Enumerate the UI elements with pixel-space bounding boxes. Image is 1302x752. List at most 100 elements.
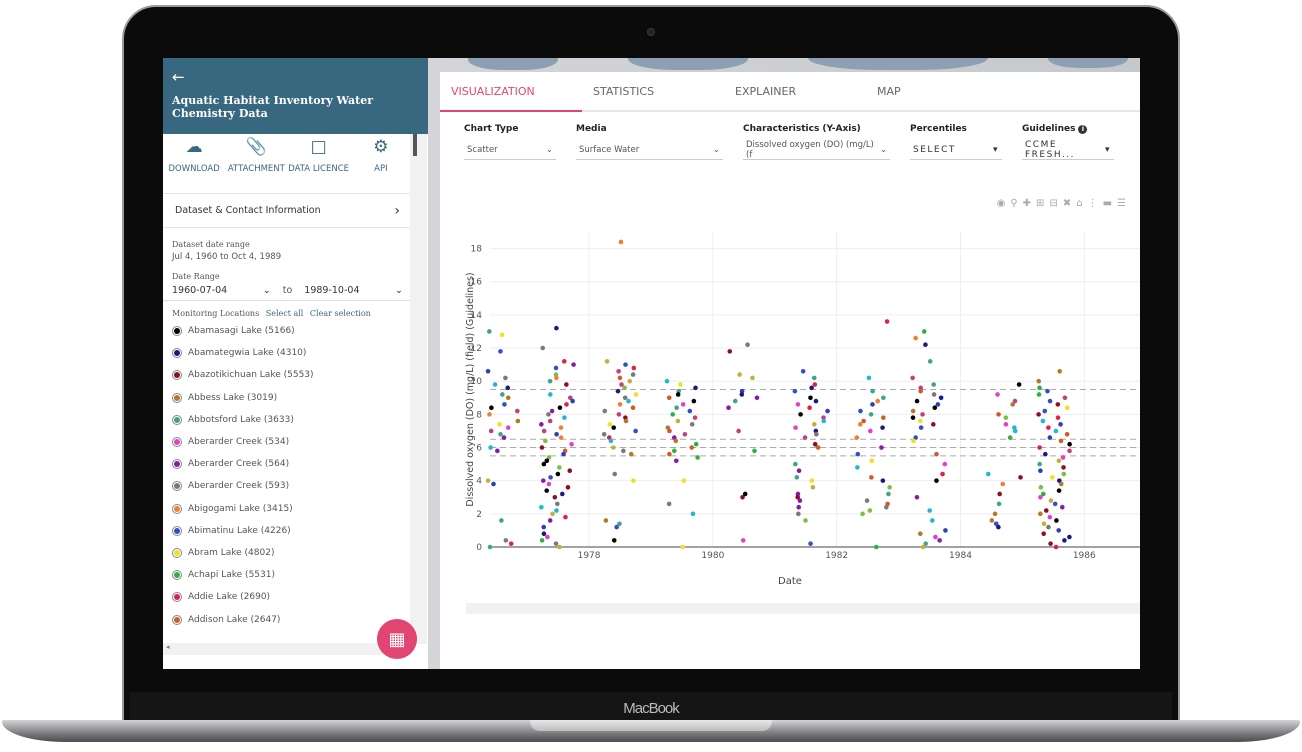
chart-h-scrollbar[interactable] bbox=[466, 603, 1140, 614]
data-point bbox=[627, 378, 633, 384]
data-point bbox=[740, 494, 745, 500]
media-label: Media bbox=[576, 124, 607, 134]
data-point bbox=[1061, 465, 1066, 470]
data-point bbox=[611, 425, 617, 430]
data-point bbox=[1003, 415, 1009, 420]
zoom-icon[interactable]: ⚲ bbox=[1010, 198, 1017, 209]
hover-closest-icon[interactable]: ▬ bbox=[1103, 198, 1112, 209]
data-point bbox=[868, 428, 873, 434]
radio-button[interactable] bbox=[172, 348, 182, 359]
location-item[interactable]: Abazotikichuan Lake (5553) bbox=[163, 364, 428, 386]
date-from-select[interactable]: 1960-07-04 ⌄ bbox=[172, 285, 271, 296]
map-fab-button[interactable]: ▦ bbox=[377, 619, 417, 659]
autoscale-icon[interactable]: ✖ bbox=[1063, 198, 1071, 209]
zoom-out-icon[interactable]: ⊟ bbox=[1049, 198, 1057, 209]
radio-button[interactable] bbox=[172, 503, 182, 514]
home-icon[interactable]: ⌂ bbox=[1076, 198, 1082, 209]
tab-map[interactable]: MAP bbox=[866, 72, 1008, 110]
dataset-contact-link[interactable]: Dataset & Contact Information › bbox=[163, 194, 412, 228]
radio-button[interactable] bbox=[172, 547, 182, 558]
data-point bbox=[607, 422, 613, 427]
radio-button[interactable] bbox=[172, 459, 182, 470]
date-to-select[interactable]: 1989-10-04 ⌄ bbox=[304, 285, 403, 296]
data-point bbox=[809, 385, 814, 391]
pan-icon[interactable]: ✚ bbox=[1023, 198, 1031, 209]
hover-compare-icon[interactable]: ☰ bbox=[1117, 198, 1126, 209]
location-item[interactable]: Aberarder Creek (593) bbox=[163, 475, 428, 497]
data-point bbox=[825, 408, 830, 414]
radio-button[interactable] bbox=[172, 326, 182, 337]
caret-down-icon: ▾ bbox=[992, 144, 999, 155]
tab-visualization[interactable]: VISUALIZATION bbox=[440, 72, 582, 112]
data-point bbox=[745, 342, 750, 348]
sidebar-scrollbar[interactable] bbox=[410, 134, 427, 644]
download-button[interactable]: ☁ DOWNLOAD bbox=[163, 134, 225, 193]
data-point bbox=[1047, 514, 1053, 520]
data-point bbox=[603, 518, 609, 523]
tab-explainer[interactable]: EXPLAINER bbox=[724, 72, 866, 110]
radio-button[interactable] bbox=[172, 525, 182, 536]
location-item[interactable]: Abamategwia Lake (4310) bbox=[163, 342, 428, 364]
data-point bbox=[727, 349, 733, 354]
scrollbar-thumb[interactable] bbox=[413, 134, 417, 156]
attachment-button[interactable]: 📎 ATTACHMENT bbox=[225, 134, 287, 193]
data-point bbox=[611, 445, 616, 450]
data-point bbox=[602, 408, 608, 414]
back-arrow-icon[interactable]: ← bbox=[172, 68, 419, 94]
clear-selection-link[interactable]: Clear selection bbox=[310, 309, 371, 318]
scatter-plot[interactable]: 0246810121416181978 1980 1982 1984 1986DateD… bbox=[440, 222, 1140, 669]
radio-button[interactable] bbox=[172, 437, 182, 448]
camera-icon[interactable]: ◉ bbox=[997, 198, 1006, 209]
location-item[interactable]: Abram Lake (4802) bbox=[163, 542, 428, 564]
data-point bbox=[1043, 451, 1048, 457]
data-point bbox=[608, 438, 614, 444]
sidebar-h-scrollbar[interactable]: ◂ bbox=[163, 643, 410, 655]
radio-button[interactable] bbox=[172, 481, 182, 492]
data-point bbox=[1053, 544, 1059, 550]
radio-button[interactable] bbox=[172, 392, 182, 403]
cloud-download-icon: ☁ bbox=[185, 137, 203, 157]
location-item[interactable]: Addie Lake (2690) bbox=[163, 586, 428, 608]
location-item[interactable]: Abigogami Lake (3415) bbox=[163, 498, 428, 520]
select-all-link[interactable]: Select all bbox=[266, 309, 304, 318]
radio-button[interactable] bbox=[172, 414, 182, 425]
location-name: Achapi Lake (5531) bbox=[188, 570, 275, 581]
data-point bbox=[933, 534, 938, 540]
chart-type-value: Scatter bbox=[467, 144, 498, 155]
data-point bbox=[1045, 388, 1050, 394]
data-point bbox=[813, 398, 819, 404]
data-point bbox=[796, 511, 801, 517]
location-item[interactable]: Abbess Lake (3019) bbox=[163, 387, 428, 409]
data-licence-button[interactable]: □ DATA LICENCE bbox=[288, 134, 350, 193]
radio-button[interactable] bbox=[172, 614, 182, 625]
guidelines-select[interactable]: CCME FRESH... ▾ bbox=[1022, 140, 1114, 160]
data-point bbox=[854, 435, 860, 440]
location-item[interactable]: Abimatinu Lake (4226) bbox=[163, 520, 428, 542]
data-point bbox=[932, 405, 938, 411]
data-point bbox=[1000, 481, 1006, 487]
radio-button[interactable] bbox=[172, 592, 182, 603]
monitoring-locations-header: Monitoring Locations Select all Clear se… bbox=[163, 301, 428, 320]
location-item[interactable]: Abbotsford Lake (3633) bbox=[163, 409, 428, 431]
radio-button[interactable] bbox=[172, 370, 182, 381]
data-point bbox=[868, 412, 874, 417]
radio-button[interactable] bbox=[172, 570, 182, 581]
media-select[interactable]: Surface Water ⌄ bbox=[576, 140, 723, 160]
spike-icon[interactable]: ⋮ bbox=[1088, 198, 1098, 209]
location-item[interactable]: Aberarder Creek (564) bbox=[163, 453, 428, 475]
info-icon[interactable]: i bbox=[1078, 125, 1088, 134]
zoom-in-icon[interactable]: ⊞ bbox=[1036, 198, 1044, 209]
data-point bbox=[1059, 504, 1065, 510]
visualization-panel: VISUALIZATION STATISTICS EXPLAINER MAP C… bbox=[440, 72, 1140, 669]
tab-statistics[interactable]: STATISTICS bbox=[582, 72, 724, 110]
location-list: Abamasagi Lake (5166) Abamategwia Lake (4… bbox=[163, 320, 428, 631]
location-item[interactable]: Aberarder Creek (534) bbox=[163, 431, 428, 453]
data-point bbox=[693, 441, 699, 447]
location-item[interactable]: Abamasagi Lake (5166) bbox=[163, 320, 428, 342]
chart-type-select[interactable]: Scatter ⌄ bbox=[464, 140, 556, 160]
percentiles-select[interactable]: SELECT ▾ bbox=[910, 140, 1002, 160]
data-point bbox=[910, 375, 915, 381]
location-item[interactable]: Achapi Lake (5531) bbox=[163, 564, 428, 586]
api-button[interactable]: ⚙ API bbox=[350, 134, 412, 193]
characteristics-select[interactable]: Dissolved oxygen (DO) (mg/L) (f ⌄ bbox=[743, 140, 890, 160]
